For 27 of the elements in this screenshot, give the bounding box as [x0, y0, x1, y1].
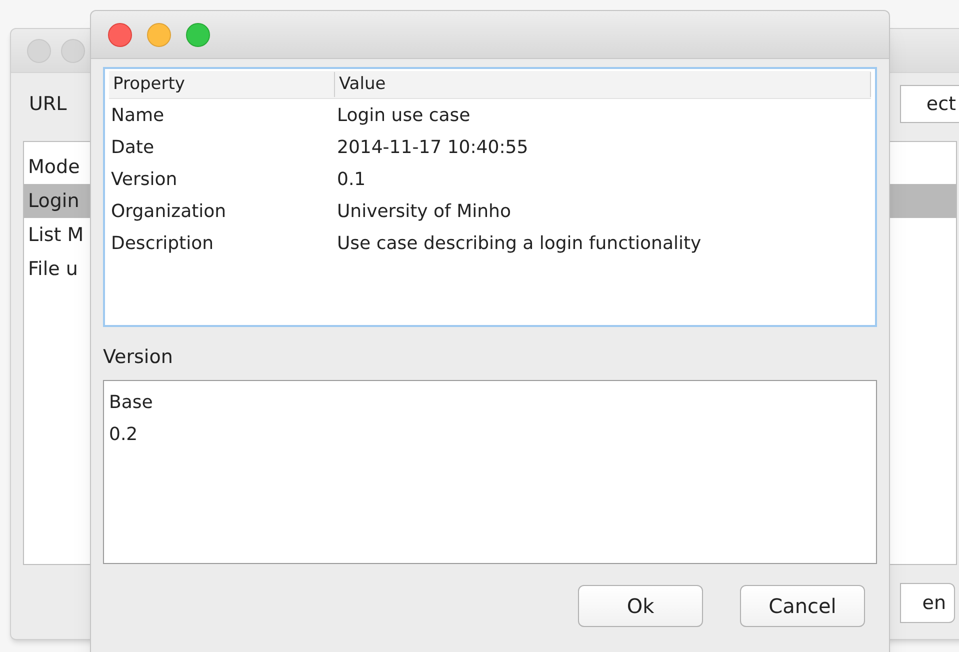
close-icon[interactable] [108, 22, 132, 46]
ok-button[interactable]: Ok [578, 584, 703, 626]
property-cell-text: Description [110, 232, 215, 256]
list-item-label: File u [28, 256, 78, 282]
list-item-label: Login [28, 188, 80, 214]
url-label: URL [29, 92, 67, 117]
property-cell-text: Organization [110, 200, 228, 224]
cancel-button[interactable]: Cancel [740, 584, 865, 626]
version-item[interactable]: 0.2 [109, 421, 138, 448]
property-cell-text: Version [110, 168, 178, 192]
value-cell-text: 0.1 [337, 168, 367, 192]
version-label: Version [103, 345, 174, 370]
column-header[interactable]: Value [335, 72, 871, 98]
window-control-icon[interactable] [61, 38, 85, 62]
property-cell-text: Name [110, 104, 166, 128]
bottom-button[interactable]: en [900, 583, 955, 623]
column-header[interactable]: Property [109, 72, 335, 98]
property-cell-text: Date [110, 136, 156, 160]
minimize-icon[interactable] [147, 22, 171, 46]
value-cell-text: University of Minho [337, 200, 512, 224]
maximize-icon[interactable] [186, 22, 210, 46]
top-button[interactable]: ect [900, 85, 959, 123]
window-control-icon[interactable] [27, 38, 51, 62]
value-cell-text: Login use case [337, 104, 472, 128]
value-cell-text: 2014-11-17 10:40:55 [337, 136, 530, 160]
version-item[interactable]: Base [109, 389, 153, 416]
value-cell-text: Use case describing a login functionality [337, 232, 702, 256]
